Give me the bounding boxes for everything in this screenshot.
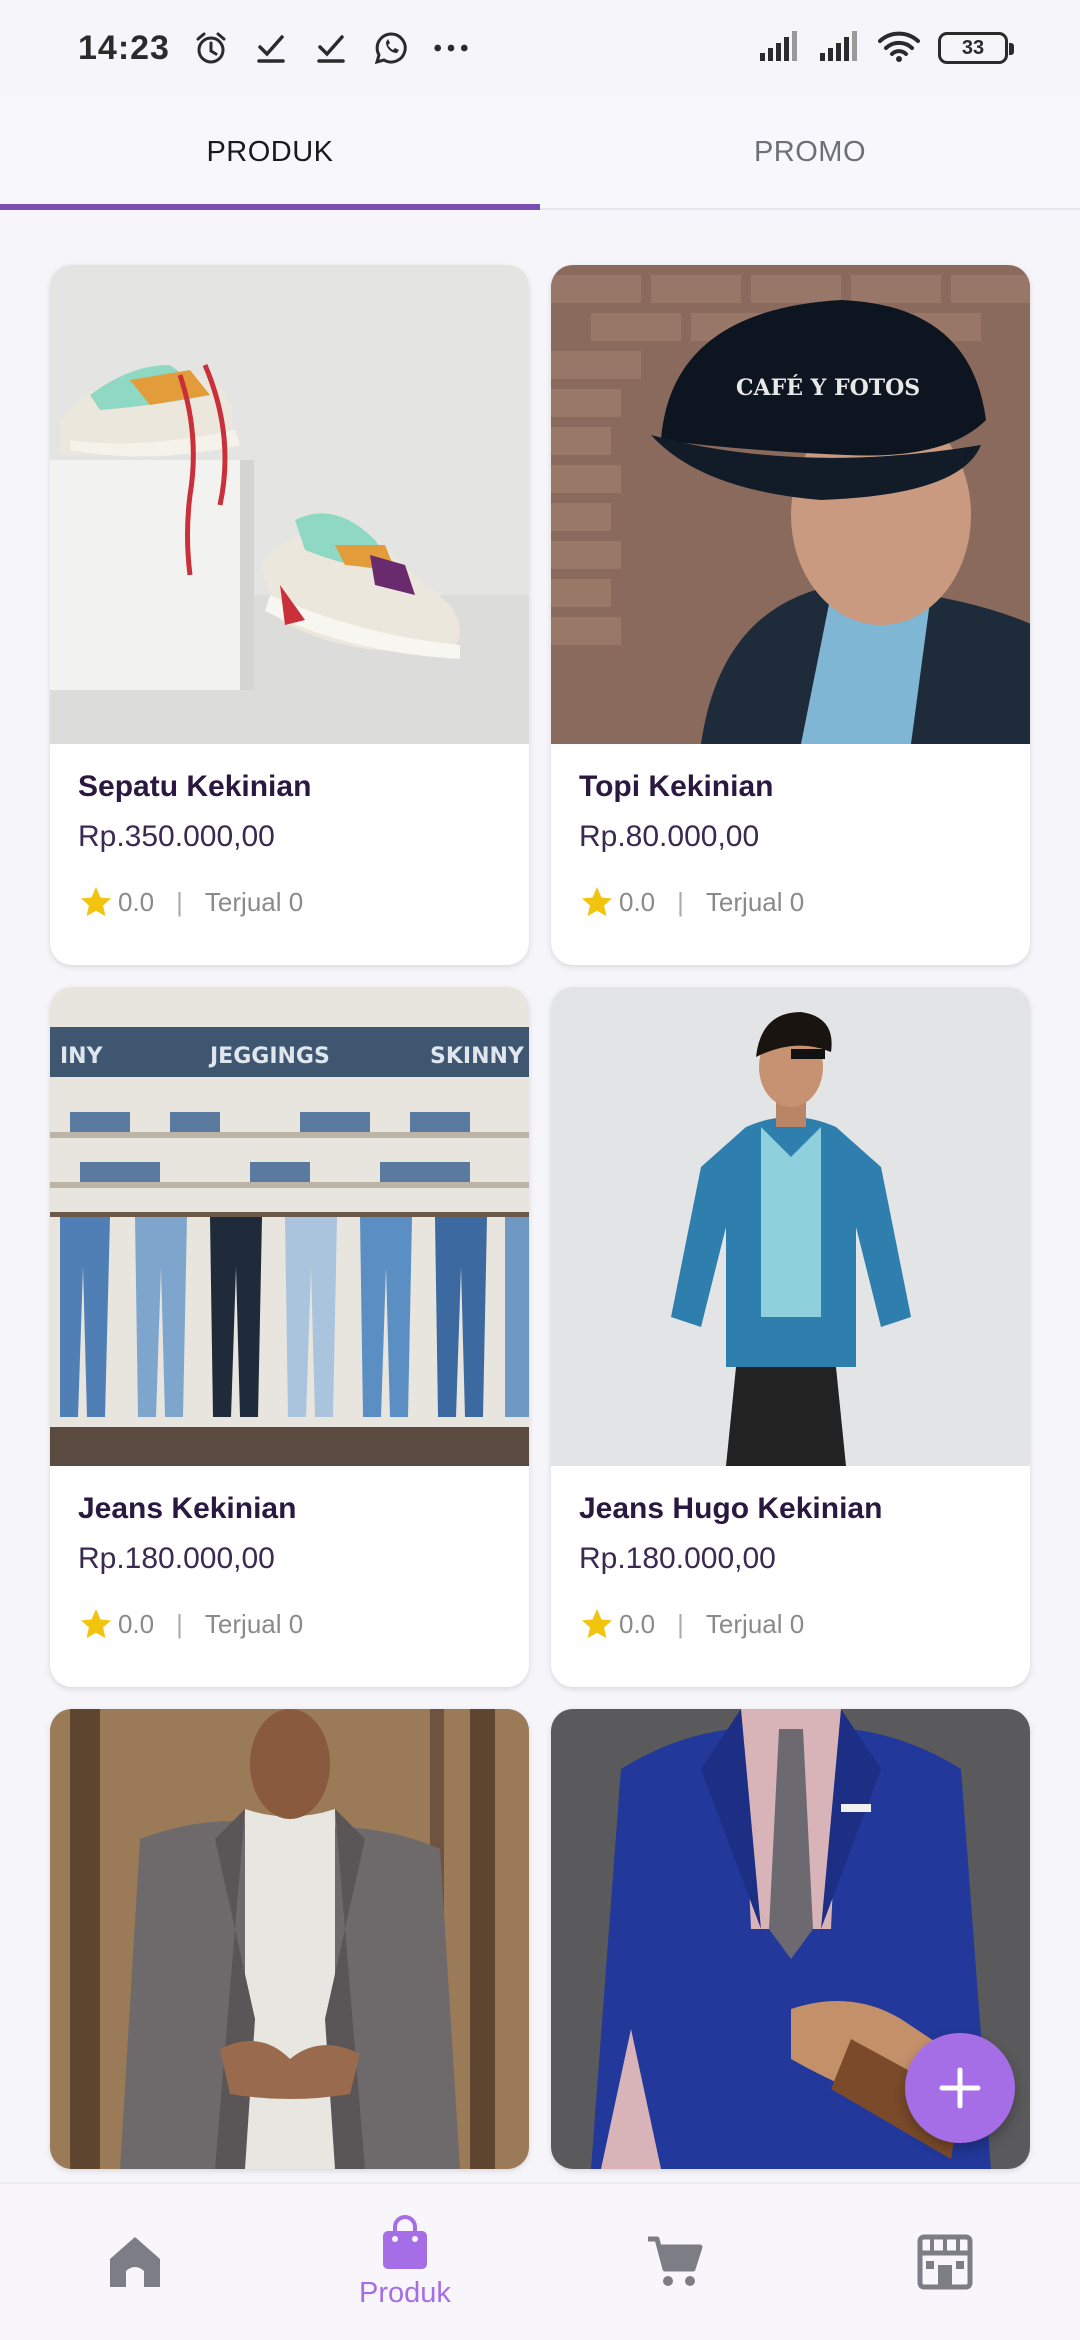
product-info: Sepatu Kekinian Rp.350.000,00 0.0 | Terj…	[50, 744, 529, 920]
plus-icon	[939, 2067, 981, 2109]
product-card[interactable]: Jeans Hugo Kekinian Rp.180.000,00 0.0 | …	[551, 987, 1030, 1687]
product-rating: 0.0	[619, 886, 656, 917]
svg-text:SKINNY: SKINNY	[430, 1044, 525, 1069]
product-sold: Terjual 0	[705, 886, 805, 917]
product-sold: Terjual 0	[204, 1608, 304, 1639]
product-name: Topi Kekinian	[579, 770, 774, 803]
status-time: 14:23	[78, 28, 170, 67]
product-sold: Terjual 0	[204, 886, 304, 917]
status-bar: 14:23 33	[0, 0, 1080, 96]
nav-item-store[interactable]	[810, 2184, 1080, 2340]
svg-text:JEGGINGS: JEGGINGS	[208, 1044, 330, 1069]
product-rating: 0.0	[619, 1608, 656, 1639]
battery-level: 33	[961, 36, 985, 59]
product-image-denim-jacket	[551, 987, 1030, 1466]
product-image-blazer	[50, 1709, 529, 2169]
product-rating: 0.0	[118, 886, 155, 917]
tab-produk[interactable]: PRODUK	[0, 96, 540, 210]
product-image-cap: CAFÉ Y FOTOS	[551, 265, 1030, 744]
product-image-sneakers	[50, 265, 529, 744]
product-sold: Terjual 0	[705, 1608, 805, 1639]
status-left: 14:23	[78, 29, 470, 68]
tab-label: PRODUK	[206, 135, 334, 168]
product-info: Jeans Hugo Kekinian Rp.180.000,00 0.0 | …	[551, 1466, 1030, 1642]
star-icon	[582, 1609, 612, 1639]
product-name: Jeans Hugo Kekinian	[579, 1492, 883, 1525]
signal-icon	[818, 30, 860, 66]
svg-text:CAFÉ Y FOTOS: CAFÉ Y FOTOS	[736, 374, 920, 401]
battery-icon: 33	[938, 32, 1014, 64]
alarm-icon	[192, 29, 230, 67]
nav-item-home[interactable]	[0, 2184, 270, 2340]
meta-divider: |	[176, 886, 183, 917]
product-grid: Sepatu Kekinian Rp.350.000,00 0.0 | Terj…	[50, 265, 1030, 2169]
product-info: Topi Kekinian Rp.80.000,00 0.0 | Terjual…	[551, 744, 1030, 920]
product-price: Rp.350.000,00	[78, 820, 275, 853]
svg-text:INY: INY	[60, 1044, 104, 1069]
tab-label: PROMO	[753, 135, 867, 168]
status-right: 33	[758, 30, 1014, 67]
product-price: Rp.180.000,00	[579, 1542, 776, 1575]
store-icon	[917, 2234, 973, 2290]
product-meta: 0.0 | Terjual 0	[78, 1606, 501, 1642]
star-icon	[81, 1609, 111, 1639]
home-icon	[110, 2237, 160, 2287]
signal-icon	[758, 30, 800, 66]
product-card[interactable]	[50, 1709, 529, 2169]
cart-icon	[648, 2236, 703, 2286]
nav-label: Produk	[359, 2276, 451, 2309]
wifi-icon	[878, 30, 920, 67]
product-info: Jeans Kekinian Rp.180.000,00 0.0 | Terju…	[50, 1466, 529, 1642]
product-price: Rp.180.000,00	[78, 1542, 275, 1575]
bottom-nav: Produk	[0, 2182, 1080, 2340]
star-icon	[81, 887, 111, 917]
product-meta: 0.0 | Terjual 0	[579, 1606, 1002, 1642]
tab-bar: PRODUK PROMO	[0, 96, 1080, 210]
meta-divider: |	[176, 1608, 183, 1639]
product-image-jeans-rack: JEGGINGS INY SKINNY	[50, 987, 529, 1466]
product-card[interactable]: CAFÉ Y FOTOS Topi Kekinian Rp.80.000,00 …	[551, 265, 1030, 965]
meta-divider: |	[677, 886, 684, 917]
product-card[interactable]: Sepatu Kekinian Rp.350.000,00 0.0 | Terj…	[50, 265, 529, 965]
check-icon	[312, 29, 350, 67]
product-card[interactable]: JEGGINGS INY SKINNY Jeans Kekinian Rp.18…	[50, 987, 529, 1687]
meta-divider: |	[677, 1608, 684, 1639]
star-icon	[582, 887, 612, 917]
product-name: Sepatu Kekinian	[78, 770, 312, 803]
nav-item-produk[interactable]: Produk	[270, 2184, 540, 2340]
whatsapp-icon	[372, 29, 410, 67]
add-product-button[interactable]	[905, 2033, 1015, 2143]
check-icon	[252, 29, 290, 67]
product-name: Jeans Kekinian	[78, 1492, 297, 1525]
product-rating: 0.0	[118, 1608, 155, 1639]
tab-promo[interactable]: PROMO	[540, 96, 1080, 208]
nav-item-cart[interactable]	[540, 2184, 810, 2340]
shopping-bag-icon	[383, 2214, 427, 2269]
product-price: Rp.80.000,00	[579, 820, 760, 853]
product-meta: 0.0 | Terjual 0	[78, 884, 501, 920]
more-dots-icon	[432, 29, 470, 67]
product-meta: 0.0 | Terjual 0	[579, 884, 1002, 920]
